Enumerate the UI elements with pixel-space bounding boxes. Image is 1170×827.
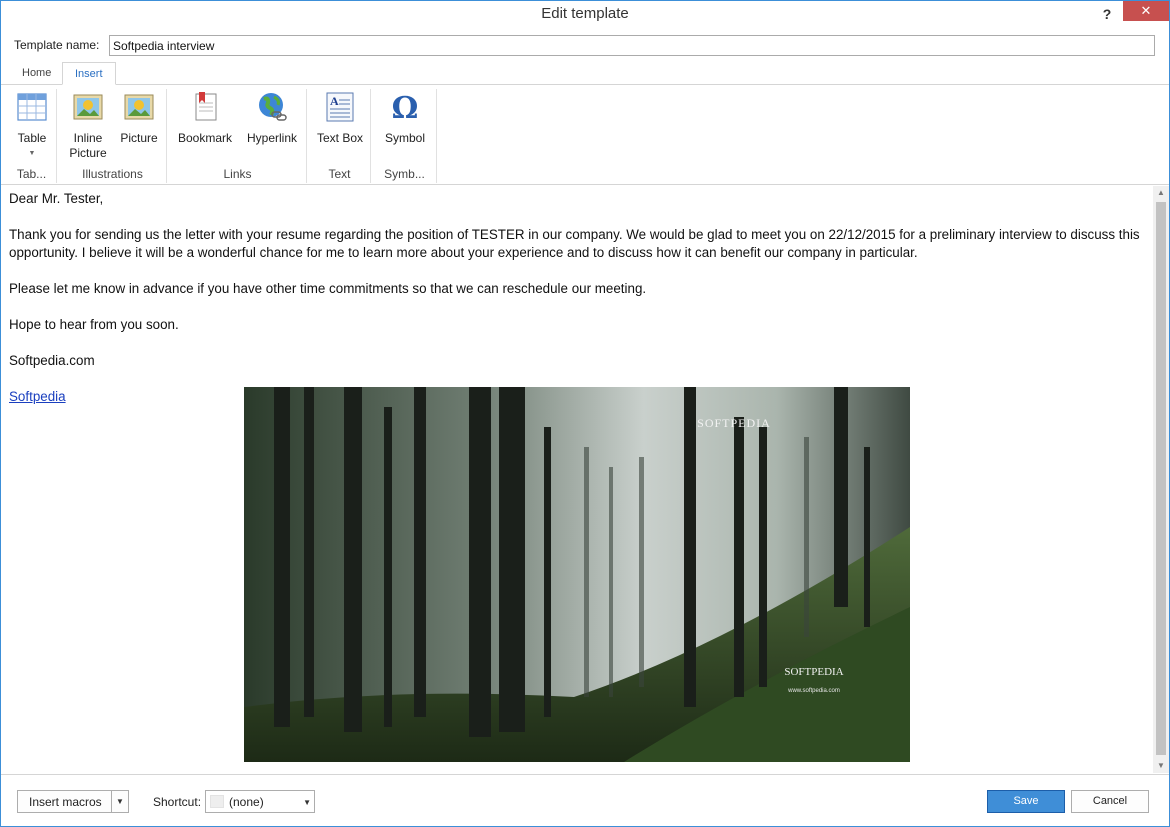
picture-button[interactable]: Picture <box>115 89 163 146</box>
softpedia-link[interactable]: Softpedia <box>9 389 66 404</box>
picture-button-label: Picture <box>120 131 158 145</box>
ribbon-group-symbols: Ω Symbol Symb... <box>373 89 437 183</box>
ribbon-group-text: A Text Box Text <box>309 89 371 183</box>
table-button[interactable]: Table ▼ <box>9 89 55 161</box>
watermark-url: www.softpedia.com <box>787 688 840 694</box>
group-label-text: Text <box>328 167 351 181</box>
text-box-button[interactable]: A Text Box <box>313 89 367 146</box>
shortcut-swatch <box>210 795 224 808</box>
text-box-button-label: Text Box <box>316 131 364 145</box>
watermark-bottom: SOFTPEDIA <box>784 666 843 678</box>
template-name-row: Template name: <box>1 33 1169 59</box>
help-button[interactable]: ? <box>1097 4 1117 24</box>
insert-macros-label: Insert macros <box>29 795 102 809</box>
ribbon-group-table: Table ▼ Tab... <box>7 89 57 183</box>
scroll-down-icon[interactable]: ▼ <box>1153 759 1169 773</box>
table-icon <box>17 93 47 121</box>
bookmark-button[interactable]: Bookmark <box>175 89 235 146</box>
table-dropdown-arrow-icon: ▼ <box>28 150 36 157</box>
insert-macros-button[interactable]: Insert macros ▼ <box>17 790 129 813</box>
ribbon-insert: Table ▼ Tab... Inline Picture Picture Il… <box>1 85 1169 185</box>
paragraph-2: Please let me know in advance if you hav… <box>9 281 647 296</box>
close-button[interactable]: ✕ <box>1123 1 1169 21</box>
text-box-icon: A <box>326 92 354 122</box>
chevron-down-icon[interactable]: ▼ <box>111 791 128 812</box>
bookmark-button-label: Bookmark <box>177 131 233 145</box>
ribbon-group-illustrations: Inline Picture Picture Illustrations <box>59 89 167 183</box>
shortcut-label: Shortcut: <box>153 795 202 809</box>
group-label-illustrations: Illustrations <box>82 167 143 181</box>
edit-template-window: Edit template ? ✕ Template name: Home In… <box>0 0 1170 827</box>
svg-text:Ω: Ω <box>392 91 419 123</box>
group-label-links: Links <box>223 167 252 181</box>
title-bar: Edit template ? ✕ <box>1 1 1169 29</box>
scroll-up-icon[interactable]: ▲ <box>1153 186 1169 200</box>
template-name-input[interactable] <box>109 35 1155 56</box>
forest-picture: SOFTPEDIA SOFTPEDIA www.softpedia.com <box>244 387 910 762</box>
table-button-label: Table <box>17 131 47 145</box>
hyperlink-button[interactable]: Hyperlink <box>241 89 303 146</box>
group-label-table: Tab... <box>16 167 47 181</box>
paragraph-1: Thank you for sending us the letter with… <box>9 227 1140 260</box>
inline-picture-label-line2: Picture <box>69 146 107 160</box>
picture-icon <box>124 94 154 120</box>
vertical-scrollbar[interactable]: ▲ ▼ <box>1153 186 1169 773</box>
watermark-top: SOFTPEDIA <box>697 416 771 430</box>
save-button[interactable]: Save <box>987 790 1065 813</box>
svg-text:A: A <box>330 94 339 108</box>
cancel-button[interactable]: Cancel <box>1071 790 1149 813</box>
scroll-thumb[interactable] <box>1156 202 1166 755</box>
paragraph-3: Hope to hear from you soon. <box>9 317 179 332</box>
inline-picture-label-line1: Inline <box>73 131 103 145</box>
bookmark-icon <box>195 92 217 121</box>
tab-insert[interactable]: Insert <box>62 62 116 85</box>
inline-picture-button[interactable]: Inline Picture <box>63 89 113 161</box>
ribbon-group-links: Bookmark Hyperlink Links <box>169 89 307 183</box>
shortcut-select[interactable]: (none) ▼ <box>205 790 315 813</box>
symbol-button-label: Symbol <box>384 131 425 145</box>
document-editor[interactable]: Dear Mr. Tester, Thank you for sending u… <box>1 186 1169 773</box>
signature: Softpedia.com <box>9 353 95 368</box>
inline-forest-image[interactable]: SOFTPEDIA SOFTPEDIA www.softpedia.com <box>244 387 910 762</box>
group-label-symbols: Symb... <box>384 167 425 181</box>
hyperlink-icon <box>259 93 287 121</box>
tab-home[interactable]: Home <box>10 62 63 85</box>
symbol-button[interactable]: Ω Symbol <box>377 89 433 146</box>
template-name-label: Template name: <box>14 38 100 52</box>
hyperlink-button-label: Hyperlink <box>246 131 297 145</box>
omega-icon: Ω <box>392 91 419 123</box>
shortcut-value: (none) <box>229 795 264 809</box>
inline-picture-icon <box>73 94 103 120</box>
chevron-down-icon: ▼ <box>303 798 311 807</box>
window-title: Edit template <box>541 5 629 22</box>
dialog-footer: Insert macros ▼ Shortcut: (none) ▼ Save … <box>1 774 1169 826</box>
ribbon-tabs: Home Insert <box>1 62 1169 85</box>
salutation: Dear Mr. Tester, <box>9 191 104 206</box>
